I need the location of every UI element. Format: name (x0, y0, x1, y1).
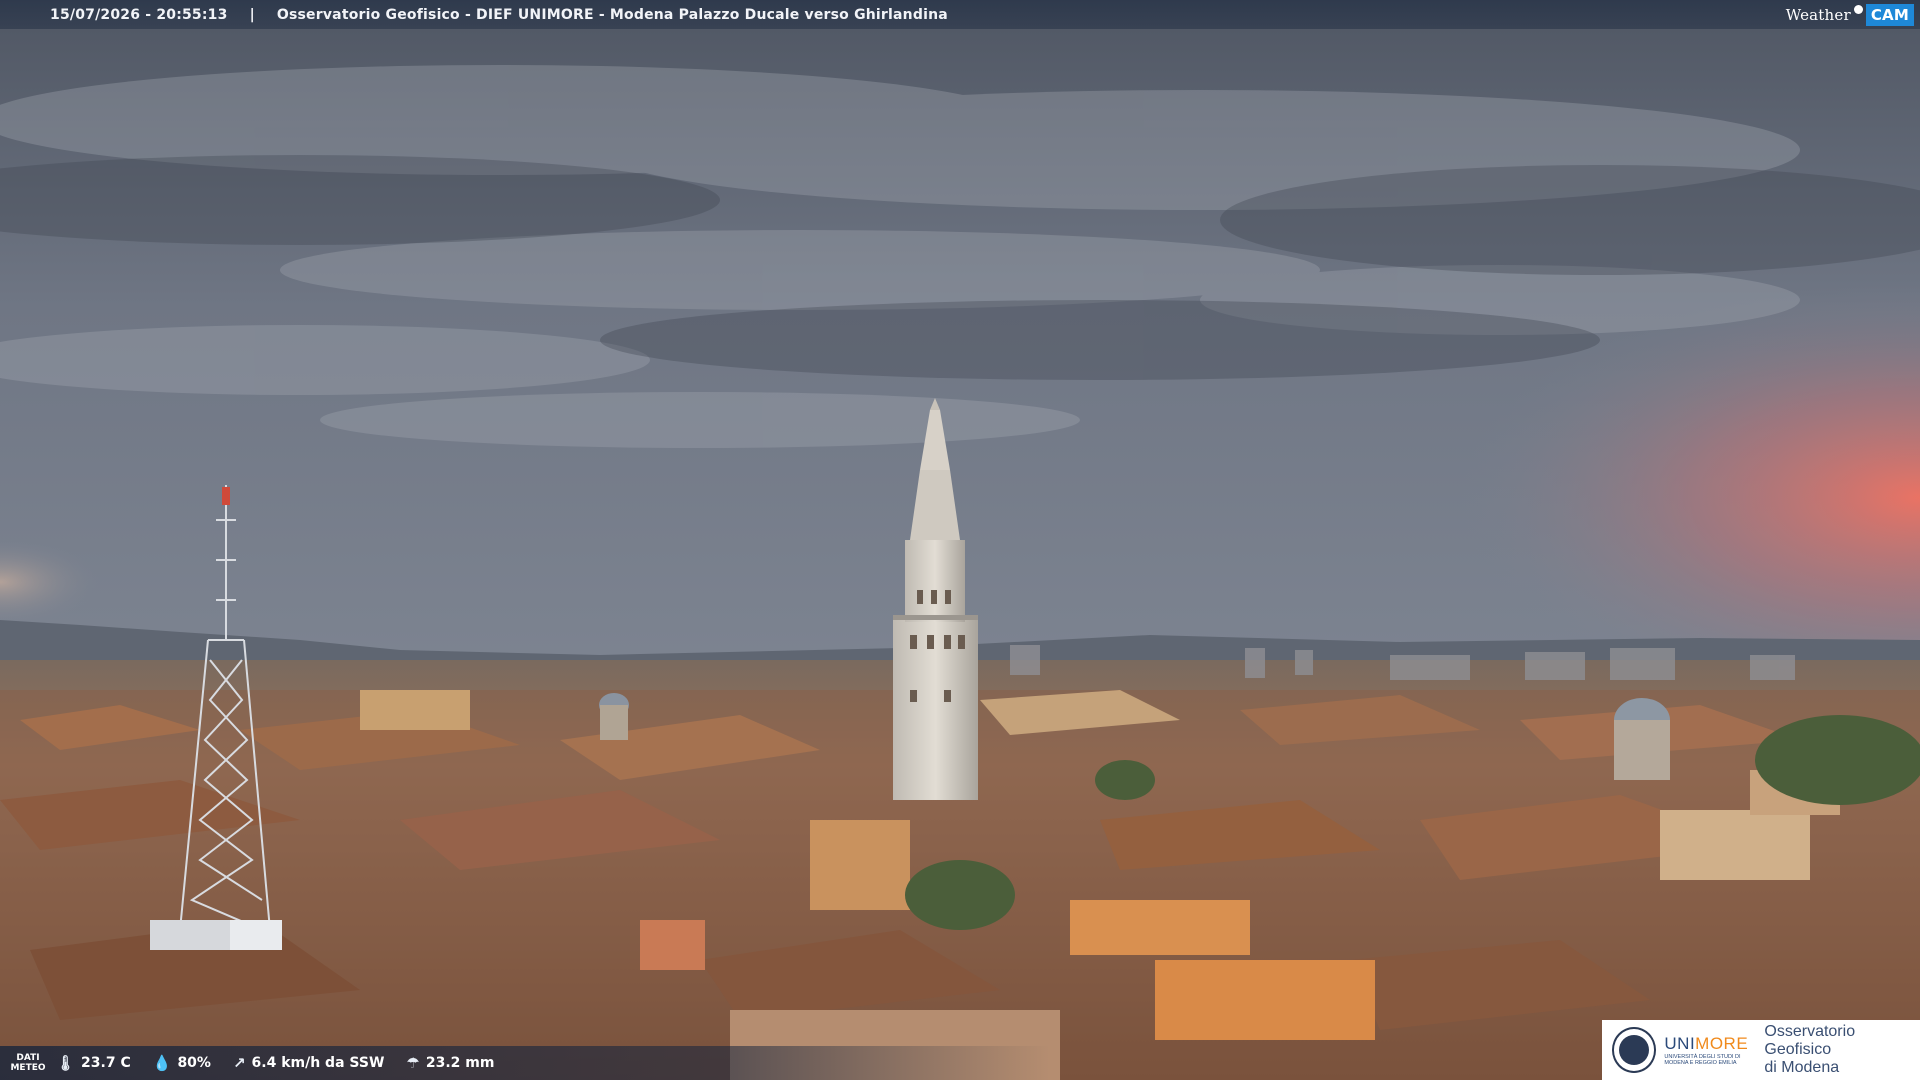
info-bar: 15/07/2026 - 20:55:13 | Osservatorio Geo… (0, 0, 1920, 29)
weathercam-logo: Weather CAM (1786, 0, 1920, 29)
drop-icon: 💧 (152, 1054, 172, 1072)
humidity-reading: 💧 80% (153, 1054, 211, 1072)
brand-dot-icon (1853, 5, 1863, 14)
unimore-part1: UNI (1664, 1034, 1696, 1053)
thermometer-icon: 🌡 (56, 1054, 76, 1072)
unimore-logo-box: UNIMORE UNIVERSITÀ DEGLI STUDI DI MODENA… (1602, 1020, 1920, 1080)
unimore-part2: MORE (1695, 1034, 1749, 1053)
timestamp: 15/07/2026 - 20:55:13 (50, 6, 228, 23)
wind-value: 6.4 km/h da SSW (251, 1055, 385, 1071)
camera-title: Osservatorio Geofisico - DIEF UNIMORE - … (276, 6, 948, 23)
brand-weather: Weather (1785, 5, 1851, 24)
observatory-name: Osservatorio Geofisico di Modena (1764, 1023, 1856, 1076)
humidity-value: 80% (177, 1055, 211, 1071)
rain-reading: ☂ 23.2 mm (406, 1054, 494, 1072)
webcam-scene (0, 0, 1920, 1080)
meteo-label: DATI METEO (10, 1053, 46, 1073)
rain-icon: ☂ (406, 1054, 420, 1072)
unimore-seal-icon (1612, 1027, 1657, 1073)
wind-icon: ↗ (232, 1054, 246, 1072)
unimore-subtitle: UNIVERSITÀ DEGLI STUDI DI MODENA E REGGI… (1664, 1054, 1741, 1066)
temperature-value: 23.7 C (81, 1055, 131, 1071)
temperature-reading: 🌡 23.7 C (56, 1054, 131, 1072)
wind-reading: ↗ 6.4 km/h da SSW (233, 1054, 384, 1072)
meteo-bar: DATI METEO 🌡 23.7 C 💧 80% ↗ 6.4 km/h da … (0, 1046, 1050, 1080)
rain-value: 23.2 mm (425, 1055, 495, 1071)
unimore-wordmark: UNIMORE UNIVERSITÀ DEGLI STUDI DI MODENA… (1664, 1034, 1756, 1066)
brand-cam: CAM (1865, 3, 1914, 26)
separator: | (249, 6, 255, 23)
